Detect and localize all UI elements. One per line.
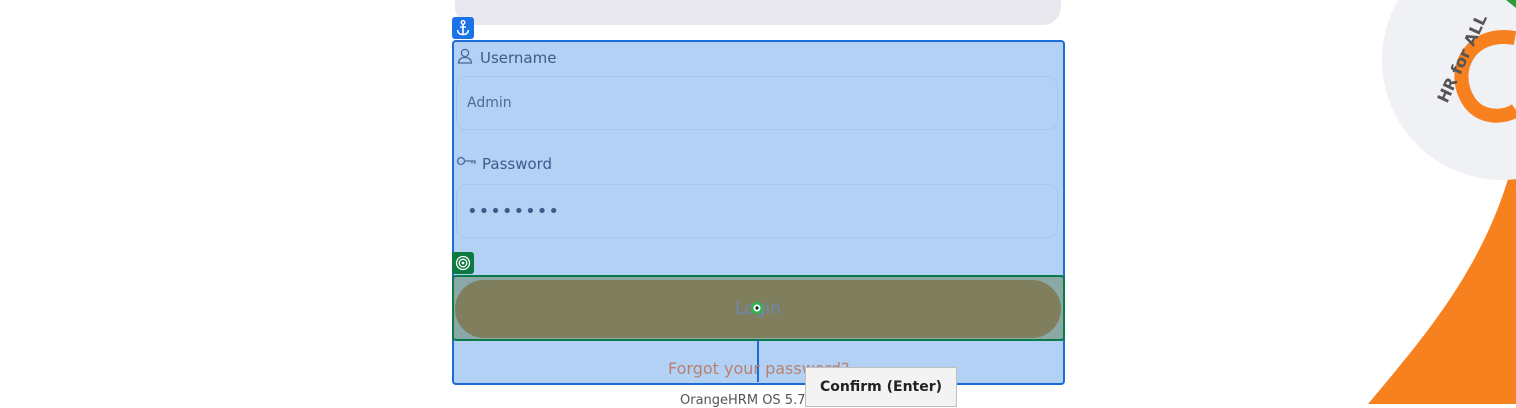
top-panel bbox=[455, 0, 1061, 25]
brand-logo: HR for ALL bbox=[1433, 0, 1516, 123]
username-input[interactable] bbox=[456, 76, 1058, 130]
target-icon bbox=[452, 252, 474, 274]
action-tooltip: Confirm (Enter) bbox=[805, 367, 958, 407]
key-icon bbox=[456, 155, 476, 173]
user-icon bbox=[456, 47, 474, 69]
brand-artwork: HR for ALL bbox=[1300, 0, 1516, 404]
password-masked-value: •••••••• bbox=[467, 200, 560, 222]
username-label: Username bbox=[480, 49, 557, 67]
footer-version: OrangeHRM OS 5.7 bbox=[680, 393, 806, 408]
anchor-icon bbox=[452, 17, 474, 39]
click-target-icon bbox=[751, 302, 763, 314]
password-label-row: Password bbox=[456, 155, 552, 173]
username-label-row: Username bbox=[456, 47, 556, 69]
password-label: Password bbox=[482, 155, 553, 173]
password-input[interactable]: •••••••• bbox=[456, 184, 1058, 238]
